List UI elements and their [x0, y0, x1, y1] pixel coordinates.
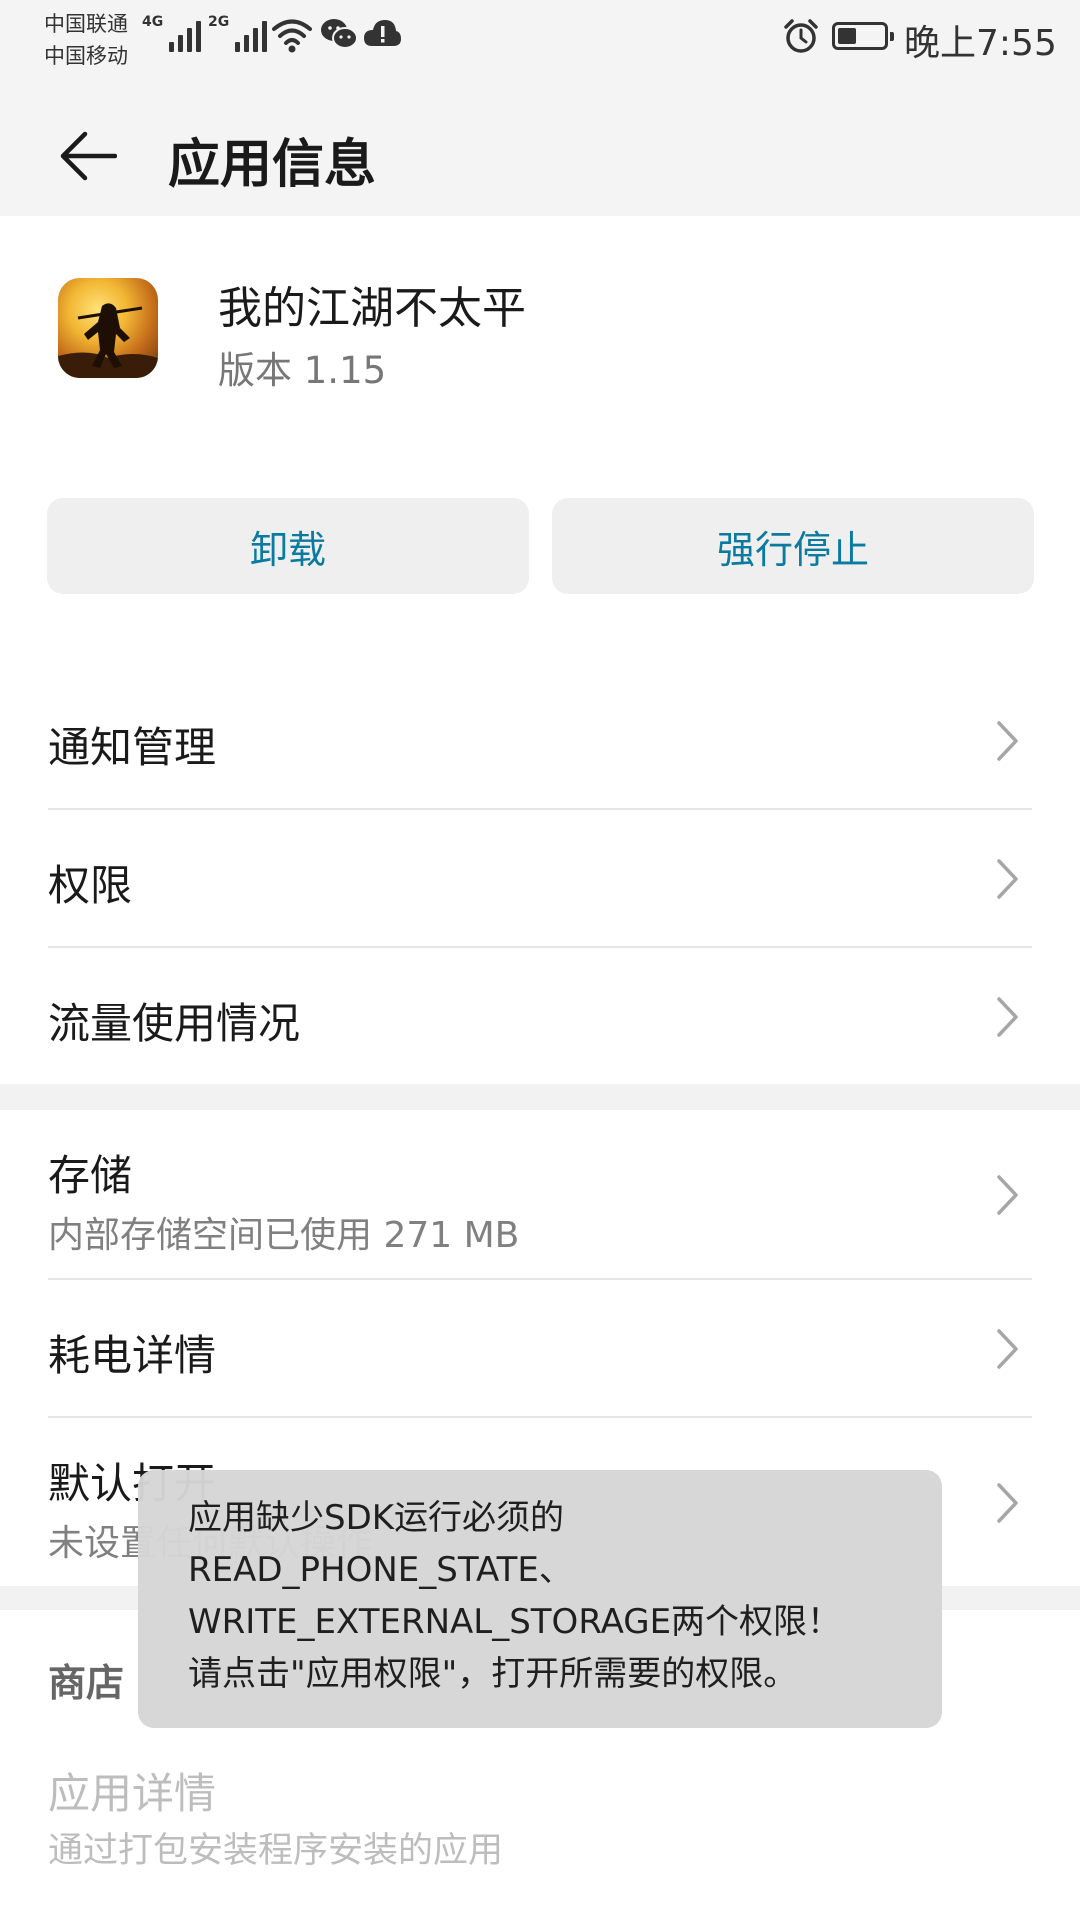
cloud-alert-icon — [364, 20, 401, 46]
chevron-right-icon — [997, 859, 1018, 899]
status-bar: 中国联通 中国移动 4G 2G 晚上7:55 — [0, 0, 1080, 96]
app-name: 我的江湖不太平 — [218, 283, 526, 334]
toast-line: READ_PHONE_STATE、 — [188, 1550, 573, 1590]
wechat-icon — [321, 19, 358, 49]
signal-icon: 2G — [208, 14, 268, 52]
toast-line: WRITE_EXTERNAL_STORAGE两个权限！ — [188, 1602, 842, 1642]
list-item-data-usage[interactable]: 流量使用情况 — [0, 948, 1080, 1084]
toast-line: 应用缺少SDK运行必须的 — [188, 1498, 565, 1538]
back-button[interactable] — [46, 114, 130, 198]
signal-icon: 4G — [142, 14, 202, 52]
clock-time: 晚上7:55 — [904, 23, 1057, 64]
app-icon — [58, 278, 158, 378]
app-bar: 应用信息 — [0, 96, 1080, 216]
list-item-label: 通知管理 — [48, 723, 217, 772]
network-type-2: 2G — [208, 14, 230, 30]
list-item-label: 权限 — [48, 861, 133, 910]
battery-icon — [832, 22, 894, 50]
alarm-icon — [784, 19, 818, 53]
chevron-right-icon — [997, 721, 1018, 761]
force-stop-button[interactable]: 强行停止 — [552, 498, 1034, 594]
app-version: 版本 1.15 — [218, 349, 387, 392]
list-item-label: 耗电详情 — [48, 1331, 217, 1380]
app-source-text: 通过打包安装程序安装的应用 — [48, 1831, 504, 1871]
screen: 中国联通 中国移动 4G 2G 晚上7:55 应用信息 我的江湖不太平 版本 1… — [0, 0, 1080, 1920]
list-item-notifications[interactable]: 通知管理 — [0, 672, 1080, 808]
list-item-battery[interactable]: 耗电详情 — [0, 1280, 1080, 1416]
back-arrow-icon — [60, 131, 117, 181]
carrier-1: 中国联通 — [44, 12, 128, 36]
uninstall-button[interactable]: 卸载 — [47, 498, 529, 594]
list-item-permissions[interactable]: 权限 — [0, 810, 1080, 946]
list-item-label: 应用详情 — [48, 1769, 217, 1818]
app-icon-artwork — [58, 303, 158, 378]
chevron-right-icon — [997, 1483, 1018, 1523]
storage-usage-text: 内部存储空间已使用 271 MB — [48, 1215, 520, 1256]
list-item-app-details[interactable]: 应用详情 通过打包安装程序安装的应用 — [0, 1730, 1080, 1890]
carrier-info: 中国联通 中国移动 — [44, 8, 128, 72]
list-item-label: 流量使用情况 — [48, 999, 301, 1048]
toast-line: 请点击"应用权限"，打开所需要的权限。 — [188, 1654, 798, 1694]
section-gap — [0, 1084, 1080, 1110]
permission-toast: 应用缺少SDK运行必须的 READ_PHONE_STATE、 WRITE_EXT… — [138, 1470, 942, 1728]
chevron-right-icon — [997, 1175, 1018, 1215]
chevron-right-icon — [997, 1329, 1018, 1369]
list-item-label: 存储 — [48, 1151, 133, 1200]
network-type-1: 4G — [142, 14, 164, 30]
store-section-header: 商店 — [48, 1661, 125, 1705]
chevron-right-icon — [997, 997, 1018, 1037]
list-item-storage[interactable]: 存储 内部存储空间已使用 271 MB — [0, 1110, 1080, 1278]
wifi-icon — [272, 19, 312, 53]
page-title: 应用信息 — [168, 135, 377, 195]
carrier-2: 中国移动 — [44, 44, 128, 68]
